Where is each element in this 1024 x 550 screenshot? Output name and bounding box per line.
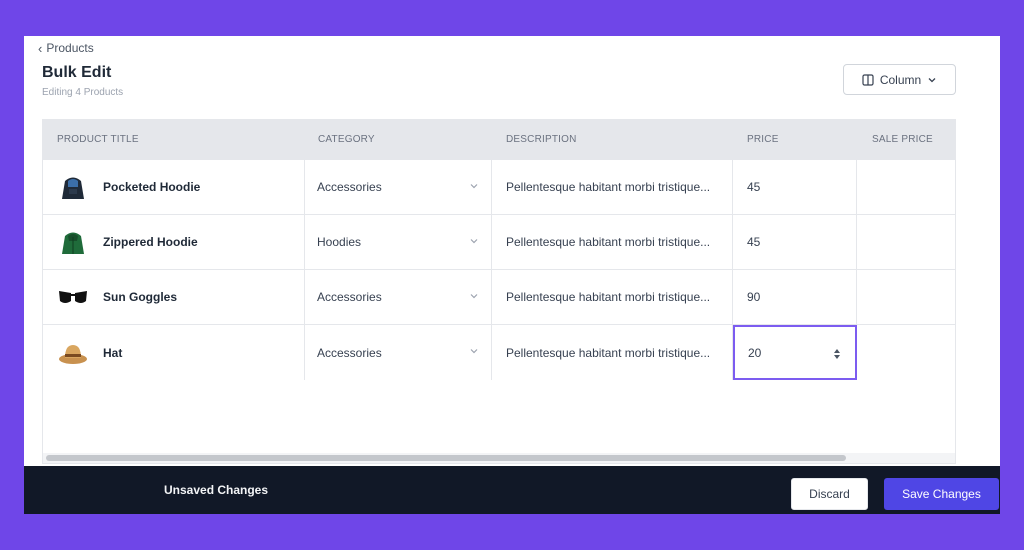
sale-price-input[interactable] [857,160,955,215]
sale-price-input[interactable] [857,270,955,325]
column-header-category: CATEGORY [318,134,375,145]
table-row: Pocketed Hoodie Accessories Pellentesque… [43,160,955,215]
category-value: Accessories [317,345,382,360]
chevron-down-icon [927,75,937,85]
page-title: Bulk Edit [42,64,112,81]
chevron-down-icon [469,290,479,304]
price-value: 90 [747,290,761,304]
chevron-down-icon [469,180,479,194]
column-header-description: DESCRIPTION [506,134,577,145]
category-value: Hoodies [317,235,362,249]
category-value: Accessories [317,180,382,194]
category-select[interactable]: Accessories [304,325,492,380]
category-select[interactable]: Hoodies [304,215,492,270]
table-header: PRODUCT TITLE CATEGORY DESCRIPTION PRICE… [43,120,955,160]
column-header-sale-price: SALE PRICE [872,134,933,145]
price-input[interactable]: 90 [733,270,857,325]
column-button-label: Column [879,72,922,87]
product-title-cell: Zippered Hoodie [43,215,304,270]
save-changes-button[interactable]: Save Changes [884,478,999,510]
chevron-down-icon [469,235,479,249]
bulk-edit-panel: ‹ Products Bulk Edit Editing 4 Products … [24,36,1000,514]
description-field[interactable]: Pellentesque habitant morbi tristique... [492,270,733,325]
category-select[interactable]: Accessories [304,270,492,325]
product-title: Zippered Hoodie [103,235,198,249]
description-field[interactable]: Pellentesque habitant morbi tristique... [492,325,733,380]
product-title-cell: Sun Goggles [43,270,304,325]
product-title-cell: Hat [43,325,304,380]
back-to-products-link[interactable]: ‹ Products [38,41,94,55]
description-value: Pellentesque habitant morbi tristique... [506,235,711,249]
hoodie-dark-icon [57,171,89,203]
description-value: Pellentesque habitant morbi tristique... [506,345,711,360]
product-title-cell: Pocketed Hoodie [43,160,304,215]
products-table: PRODUCT TITLE CATEGORY DESCRIPTION PRICE… [42,119,956,464]
back-link-label: Products [46,41,94,55]
discard-button[interactable]: Discard [791,478,868,510]
price-input[interactable]: 45 [733,160,857,215]
hoodie-green-icon [57,226,89,258]
category-select[interactable]: Accessories [304,160,492,215]
description-value: Pellentesque habitant morbi tristique... [506,180,711,194]
table-row: Sun Goggles Accessories Pellentesque hab… [43,270,955,325]
price-value: 45 [747,180,761,194]
chevron-down-icon [469,345,479,359]
category-value: Accessories [317,290,382,304]
table-row: Hat Accessories Pellentesque habitant mo… [43,325,955,380]
product-title: Sun Goggles [103,290,178,304]
unsaved-status: Unsaved Changes [164,483,269,497]
price-input-focused[interactable]: 20 [733,325,857,380]
price-input[interactable]: 45 [733,215,857,270]
horizontal-scrollbar[interactable] [43,453,955,463]
table-row: Zippered Hoodie Hoodies Pellentesque hab… [43,215,955,270]
product-title: Pocketed Hoodie [103,180,201,194]
column-header-price: PRICE [747,134,779,145]
sale-price-input[interactable] [857,325,955,380]
price-value: 45 [747,235,761,249]
number-stepper-icon[interactable] [833,348,841,360]
page-subtitle: Editing 4 Products [42,87,124,98]
chevron-left-icon: ‹ [38,40,43,56]
hat-icon [57,336,89,369]
scrollbar-thumb[interactable] [46,455,846,461]
unsaved-changes-bar: Unsaved Changes Discard Save Changes [24,466,1000,514]
description-value: Pellentesque habitant morbi tristique... [506,290,711,304]
description-field[interactable]: Pellentesque habitant morbi tristique... [492,160,733,215]
column-header-product-title: PRODUCT TITLE [57,134,139,145]
product-title: Hat [103,345,123,360]
description-field[interactable]: Pellentesque habitant morbi tristique... [492,215,733,270]
price-value: 20 [748,345,762,360]
sunglasses-icon [57,281,89,313]
column-button[interactable]: Column [843,64,956,95]
sale-price-input[interactable] [857,215,955,270]
columns-icon [862,73,874,86]
